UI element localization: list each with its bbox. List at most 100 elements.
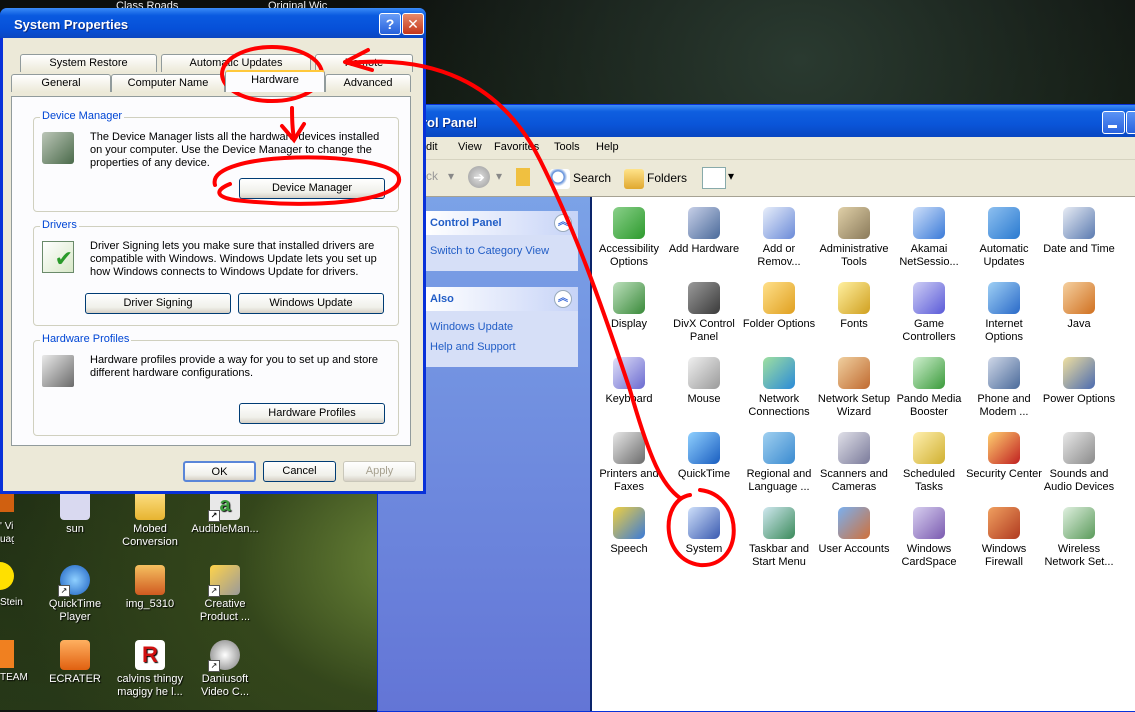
cp-item-security-center[interactable]: Security Center xyxy=(966,432,1042,481)
cp-item-sounds-and-audio-devices[interactable]: Sounds and Audio Devices xyxy=(1041,432,1117,494)
cp-item-administrative-tools[interactable]: Administrative Tools xyxy=(816,207,892,269)
cp-item-mouse[interactable]: Mouse xyxy=(666,357,742,406)
back-dropdown-icon[interactable]: ▾ xyxy=(448,169,454,183)
windows-update-link[interactable]: Windows Update xyxy=(430,321,513,333)
collapse-chevron-icon[interactable]: ︽ xyxy=(554,214,572,232)
tab-computer-name[interactable]: Computer Name xyxy=(111,74,225,92)
cp-item-printers-and-faxes[interactable]: Printers and Faxes xyxy=(591,432,667,494)
cp-item-quicktime[interactable]: QuickTime xyxy=(666,432,742,481)
desktop-icon-daniusoft[interactable]: ↗ Daniusoft Video C... xyxy=(188,640,262,699)
java-icon xyxy=(1063,282,1095,314)
folders-label: Folders xyxy=(647,171,688,186)
cp-item-taskbar-and-start-menu[interactable]: Taskbar and Start Menu xyxy=(741,507,817,569)
shortcut-arrow-icon: ↗ xyxy=(208,585,220,597)
cp-item-network-setup-wizard[interactable]: Network Setup Wizard xyxy=(816,357,892,419)
cp-item-divx-control-panel[interactable]: DivX Control Panel xyxy=(666,282,742,344)
device-manager-description: The Device Manager lists all the hardwar… xyxy=(90,131,380,169)
menu-file-edit[interactable]: dit xyxy=(426,141,438,153)
cp-item-java[interactable]: Java xyxy=(1041,282,1117,331)
cp-item-display[interactable]: Display xyxy=(591,282,667,331)
maximize-button[interactable] xyxy=(1126,111,1135,134)
desktop-icon-sun[interactable]: sun xyxy=(38,490,112,536)
control-panel-menubar: dit View Favorites Tools Help xyxy=(378,137,1135,160)
cp-item-phone-and-modem[interactable]: Phone and Modem ... xyxy=(966,357,1042,419)
folders-button[interactable]: Folders xyxy=(624,169,687,189)
back-button[interactable]: ck xyxy=(426,169,438,183)
search-button[interactable]: Search xyxy=(550,169,611,189)
cp-item-akamai-netsessio[interactable]: Akamai NetSessio... xyxy=(891,207,967,269)
control-panel-box: Control Panel ︽ Switch to Category View xyxy=(426,211,578,271)
driver-signing-check-icon: ✔ xyxy=(42,241,74,273)
shortcut-arrow-icon: ↗ xyxy=(208,510,220,522)
see-also-header[interactable]: Also ︽ xyxy=(426,287,578,311)
cp-item-regional-and-language[interactable]: Regional and Language ... xyxy=(741,432,817,494)
desktop-icon-calvins-thingy[interactable]: R calvins thingy magigy he l... xyxy=(113,640,187,699)
cp-item-scanners-and-cameras[interactable]: Scanners and Cameras xyxy=(816,432,892,494)
cp-item-automatic-updates[interactable]: Automatic Updates xyxy=(966,207,1042,269)
hardware-profiles-button[interactable]: Hardware Profiles xyxy=(239,403,385,424)
cp-item-network-connections[interactable]: Network Connections xyxy=(741,357,817,419)
cp-item-keyboard[interactable]: Keyboard xyxy=(591,357,667,406)
dialog-body: System Restore Automatic Updates Remote … xyxy=(3,38,423,491)
forward-dropdown-icon[interactable]: ▾ xyxy=(496,169,502,183)
cp-item-game-controllers[interactable]: Game Controllers xyxy=(891,282,967,344)
up-folder-icon[interactable] xyxy=(516,168,530,186)
tab-general[interactable]: General xyxy=(11,74,111,92)
windows-update-button[interactable]: Windows Update xyxy=(238,293,384,314)
ok-button[interactable]: OK xyxy=(183,461,256,482)
cp-item-accessibility-options[interactable]: Accessibility Options xyxy=(591,207,667,269)
views-icon[interactable] xyxy=(702,167,726,189)
cp-item-add-hardware[interactable]: Add Hardware xyxy=(666,207,742,256)
minimize-button[interactable] xyxy=(1102,111,1125,134)
cp-item-user-accounts[interactable]: User Accounts xyxy=(816,507,892,556)
add-or-remov-icon xyxy=(763,207,795,239)
collapse-chevron-icon[interactable]: ︽ xyxy=(554,290,572,308)
control-panel-titlebar[interactable]: rol Panel xyxy=(378,105,1135,137)
menu-view[interactable]: View xyxy=(458,141,482,153)
forward-arrow-icon[interactable]: ➔ xyxy=(468,166,490,188)
driver-signing-button[interactable]: Driver Signing xyxy=(85,293,231,314)
help-button[interactable]: ? xyxy=(379,13,401,35)
tab-system-restore[interactable]: System Restore xyxy=(20,54,157,72)
menu-help[interactable]: Help xyxy=(596,141,619,153)
cp-item-power-options[interactable]: Power Options xyxy=(1041,357,1117,406)
menu-tools[interactable]: Tools xyxy=(554,141,580,153)
tab-hardware[interactable]: Hardware xyxy=(225,70,325,92)
desktop-icon-mobed-conversion[interactable]: Mobed Conversion xyxy=(113,490,187,549)
tab-advanced[interactable]: Advanced xyxy=(325,74,411,92)
cp-item-pando-media-booster[interactable]: Pando Media Booster xyxy=(891,357,967,419)
cp-item-fonts[interactable]: Fonts xyxy=(816,282,892,331)
cp-item-windows-firewall[interactable]: Windows Firewall xyxy=(966,507,1042,569)
desktop-icon-quicktime[interactable]: ↗ QuickTime Player xyxy=(38,565,112,624)
desktop-icon-audible[interactable]: a ↗ AudibleMan... xyxy=(188,490,262,536)
cp-item-label: Network Connections xyxy=(748,393,810,418)
hardware-profiles-icon xyxy=(42,355,74,387)
folder-options-icon xyxy=(763,282,795,314)
help-and-support-link[interactable]: Help and Support xyxy=(430,341,516,353)
control-panel-box-header[interactable]: Control Panel ︽ xyxy=(426,211,578,235)
tab-remote[interactable]: Remote xyxy=(315,54,413,72)
dialog-titlebar[interactable]: System Properties ? ✕ xyxy=(0,8,426,38)
cp-item-windows-cardspace[interactable]: Windows CardSpace xyxy=(891,507,967,569)
cp-item-scheduled-tasks[interactable]: Scheduled Tasks xyxy=(891,432,967,494)
views-dropdown-icon[interactable]: ▾ xyxy=(728,169,734,183)
cp-item-speech[interactable]: Speech xyxy=(591,507,667,556)
cp-item-date-and-time[interactable]: Date and Time xyxy=(1041,207,1117,256)
cp-item-label: System xyxy=(685,543,723,555)
desktop-icon-ecrater[interactable]: ECRATER xyxy=(38,640,112,686)
cp-item-system[interactable]: System xyxy=(666,507,742,556)
cp-item-label: Windows Firewall xyxy=(981,543,1027,568)
cp-item-wireless-network-set[interactable]: Wireless Network Set... xyxy=(1041,507,1117,569)
switch-category-view-link[interactable]: Switch to Category View xyxy=(430,245,549,257)
device-manager-button[interactable]: Device Manager xyxy=(239,178,385,199)
cp-item-folder-options[interactable]: Folder Options xyxy=(741,282,817,331)
desktop-icon-creative[interactable]: ↗ Creative Product ... xyxy=(188,565,262,624)
cancel-button[interactable]: Cancel xyxy=(263,461,336,482)
apply-button[interactable]: Apply xyxy=(343,461,416,482)
desktop-icon-img-5310[interactable]: img_5310 xyxy=(113,565,187,611)
close-button[interactable]: ✕ xyxy=(402,13,424,35)
menu-favorites[interactable]: Favorites xyxy=(494,141,539,153)
hardware-profiles-group: Hardware Profiles Hardware profiles prov… xyxy=(33,333,399,436)
cp-item-internet-options[interactable]: Internet Options xyxy=(966,282,1042,344)
cp-item-add-or-remov[interactable]: Add or Remov... xyxy=(741,207,817,269)
